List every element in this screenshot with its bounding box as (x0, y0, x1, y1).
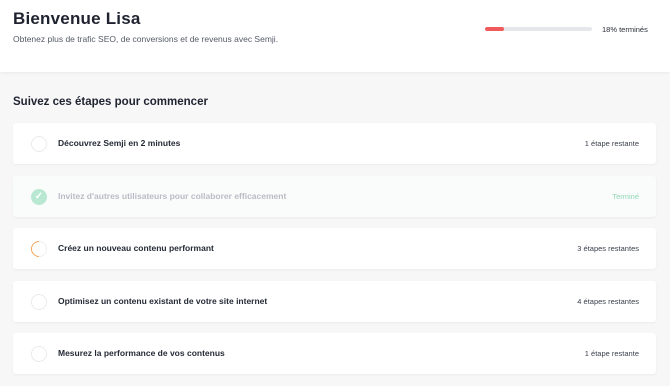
step-discover-semji[interactable]: Découvrez Semji en 2 minutes 1 étape res… (13, 123, 656, 164)
step-invite-users[interactable]: ✓ Invitez d'autres utilisateurs pour col… (13, 175, 656, 217)
welcome-header: Bienvenue Lisa Obtenez plus de trafic SE… (0, 0, 670, 72)
step-remaining-count: 4 étapes restantes (577, 296, 639, 306)
step-progress-circle-icon (27, 237, 51, 261)
step-status-circle-icon (31, 293, 47, 310)
page-title: Bienvenue Lisa (13, 9, 141, 28)
step-label: Mesurez la performance de vos contenus (58, 348, 225, 358)
step-label: Optimisez un contenu existant de votre s… (58, 295, 268, 306)
onboarding-steps-list: Découvrez Semji en 2 minutes 1 étape res… (13, 123, 656, 386)
step-completed-check-icon: ✓ (31, 188, 47, 205)
step-status-circle-icon (31, 136, 47, 152)
step-status-circle-icon (31, 346, 47, 362)
onboarding-progress-fill (485, 27, 505, 31)
step-label: Invitez d'autres utilisateurs pour colla… (58, 190, 287, 201)
step-label: Découvrez Semji en 2 minutes (58, 138, 181, 148)
page-subtitle: Obtenez plus de trafic SEO, de conversio… (13, 34, 279, 44)
step-create-content[interactable]: Créez un nouveau contenu performant 3 ét… (13, 228, 656, 269)
step-remaining-count: 1 étape restante (584, 139, 639, 148)
step-remaining-count: 3 étapes restantes (577, 244, 639, 253)
step-label: Créez un nouveau contenu performant (58, 243, 214, 253)
step-measure-performance[interactable]: Mesurez la performance de vos contenus 1… (13, 333, 656, 374)
step-remaining-count: 1 étape restante (584, 349, 639, 358)
step-completed-status: Terminé (612, 191, 639, 201)
onboarding-progress-label: 18% terminés (602, 25, 648, 34)
onboarding-progress-bar (485, 27, 592, 31)
steps-section-title: Suivez ces étapes pour commencer (13, 96, 208, 108)
step-optimize-content[interactable]: Optimisez un contenu existant de votre s… (13, 280, 656, 322)
